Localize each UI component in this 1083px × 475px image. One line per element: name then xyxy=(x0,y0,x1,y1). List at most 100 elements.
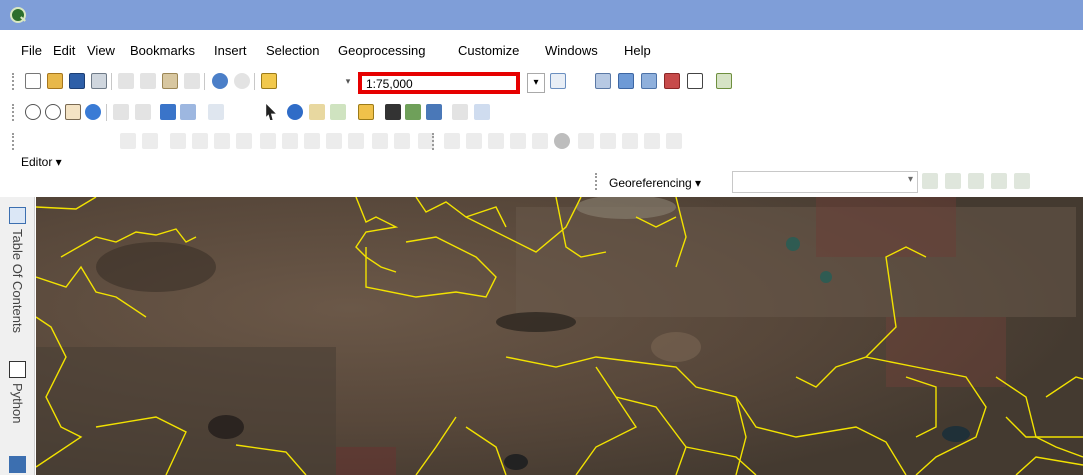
python-icon[interactable] xyxy=(9,361,26,378)
info-icon[interactable] xyxy=(9,456,26,473)
menu-selection[interactable]: Selection xyxy=(266,43,319,59)
title-bar xyxy=(0,0,1083,30)
editor-menu-button[interactable]: Editor ▾ xyxy=(21,154,62,170)
georef-tool-icon xyxy=(532,133,548,149)
control-points-icon xyxy=(945,173,961,189)
straight-segment-icon xyxy=(170,133,186,149)
menu-bookmarks[interactable]: Bookmarks xyxy=(130,43,195,59)
georef-tool-icon xyxy=(554,133,570,149)
chevron-down-icon[interactable]: ▾ xyxy=(908,174,913,185)
find-icon[interactable] xyxy=(385,104,401,120)
identify-icon[interactable] xyxy=(287,104,303,120)
georef-layer-combo[interactable]: ▾ xyxy=(732,171,918,193)
rotate-icon xyxy=(348,133,364,149)
select-features-icon[interactable] xyxy=(208,104,224,120)
georef-tool-icon xyxy=(600,133,616,149)
edit-vertices-icon xyxy=(260,133,276,149)
map-scale-input[interactable] xyxy=(366,77,514,91)
pan-icon[interactable] xyxy=(65,104,81,120)
html-popup-icon[interactable] xyxy=(330,104,346,120)
toolbar-grip[interactable] xyxy=(595,173,598,190)
tools-toolbar xyxy=(0,99,1083,125)
end-point-arc-icon xyxy=(192,133,208,149)
edit-tool-icon xyxy=(120,133,136,149)
open-icon[interactable] xyxy=(47,73,63,89)
back-icon[interactable] xyxy=(160,104,176,120)
save-icon[interactable] xyxy=(69,73,85,89)
separator xyxy=(204,73,205,90)
go-to-xy-icon[interactable] xyxy=(426,104,442,120)
menu-bar: File Edit View Bookmarks Insert Selectio… xyxy=(0,38,1083,62)
toolbar-grip[interactable] xyxy=(12,104,15,121)
sketch-properties-icon xyxy=(394,133,410,149)
select-elements-icon[interactable] xyxy=(266,104,276,120)
fixed-zoom-out-icon[interactable] xyxy=(135,104,151,120)
georef-tool-icon xyxy=(578,133,594,149)
table-of-contents-icon[interactable] xyxy=(9,207,26,224)
point-icon xyxy=(236,133,252,149)
zoom-out-icon[interactable] xyxy=(45,104,61,120)
redo-icon[interactable] xyxy=(234,73,250,89)
table-icon[interactable] xyxy=(595,73,611,89)
split-icon xyxy=(326,133,342,149)
forward-icon[interactable] xyxy=(180,104,196,120)
cut-polygons-icon xyxy=(304,133,320,149)
georeferencing-menu-button[interactable]: Georeferencing ▾ xyxy=(609,175,701,191)
menu-view[interactable]: View xyxy=(87,43,115,59)
zoom-in-icon[interactable] xyxy=(25,104,41,120)
attributes-icon xyxy=(372,133,388,149)
python-window-icon[interactable] xyxy=(687,73,703,89)
toolbar-grip[interactable] xyxy=(12,133,15,150)
menu-customize[interactable]: Customize xyxy=(458,43,519,59)
find-route-icon[interactable] xyxy=(405,104,421,120)
catalog-icon[interactable] xyxy=(618,73,634,89)
control-points-icon xyxy=(991,173,1007,189)
menu-edit[interactable]: Edit xyxy=(53,43,75,59)
modelbuilder-icon[interactable] xyxy=(716,73,732,89)
edit-annotation-icon xyxy=(142,133,158,149)
print-icon[interactable] xyxy=(91,73,107,89)
toolbar-grip[interactable] xyxy=(12,73,15,90)
control-points-icon xyxy=(1014,173,1030,189)
add-control-points-icon xyxy=(922,173,938,189)
menu-geoprocessing[interactable]: Geoprocessing xyxy=(338,43,425,59)
chevron-down-icon[interactable]: ▾ xyxy=(340,73,356,89)
copy-icon[interactable] xyxy=(140,73,156,89)
undo-icon[interactable] xyxy=(212,73,228,89)
separator xyxy=(106,104,107,121)
hyperlink-icon[interactable] xyxy=(309,104,325,120)
viewer-window-icon[interactable] xyxy=(474,104,490,120)
full-extent-icon[interactable] xyxy=(85,104,101,120)
georef-tool-icon xyxy=(444,133,460,149)
cut-icon[interactable] xyxy=(118,73,134,89)
scale-dropdown-arrow[interactable]: ▾ xyxy=(527,73,545,93)
menu-file[interactable]: File xyxy=(21,43,42,59)
map-view[interactable] xyxy=(36,197,1083,475)
paste-icon[interactable] xyxy=(162,73,178,89)
search-window-icon[interactable] xyxy=(641,73,657,89)
toolbar-grip[interactable] xyxy=(432,133,435,150)
menu-insert[interactable]: Insert xyxy=(214,43,247,59)
app-icon[interactable] xyxy=(10,7,26,23)
map-scale-combo[interactable] xyxy=(358,72,520,94)
menu-windows[interactable]: Windows xyxy=(545,43,598,59)
editor-toolbar-icon[interactable] xyxy=(550,73,566,89)
time-slider-icon[interactable] xyxy=(452,104,468,120)
satellite-imagery xyxy=(36,197,1083,475)
python-tab[interactable]: Python xyxy=(9,383,26,423)
dock-sidebar: Table Of Contents Python xyxy=(0,197,35,475)
new-icon[interactable] xyxy=(25,73,41,89)
reshape-icon xyxy=(282,133,298,149)
add-data-icon[interactable] xyxy=(261,73,277,89)
trace-icon xyxy=(214,133,230,149)
control-points-icon xyxy=(968,173,984,189)
measure-icon[interactable] xyxy=(358,104,374,120)
table-of-contents-tab[interactable]: Table Of Contents xyxy=(9,229,26,333)
delete-icon[interactable] xyxy=(184,73,200,89)
fixed-zoom-in-icon[interactable] xyxy=(113,104,129,120)
toolbox-icon[interactable] xyxy=(664,73,680,89)
georef-extra-toolbar xyxy=(432,128,1083,154)
menu-help[interactable]: Help xyxy=(624,43,651,59)
georef-tool-icon xyxy=(644,133,660,149)
georef-tool-icon xyxy=(466,133,482,149)
